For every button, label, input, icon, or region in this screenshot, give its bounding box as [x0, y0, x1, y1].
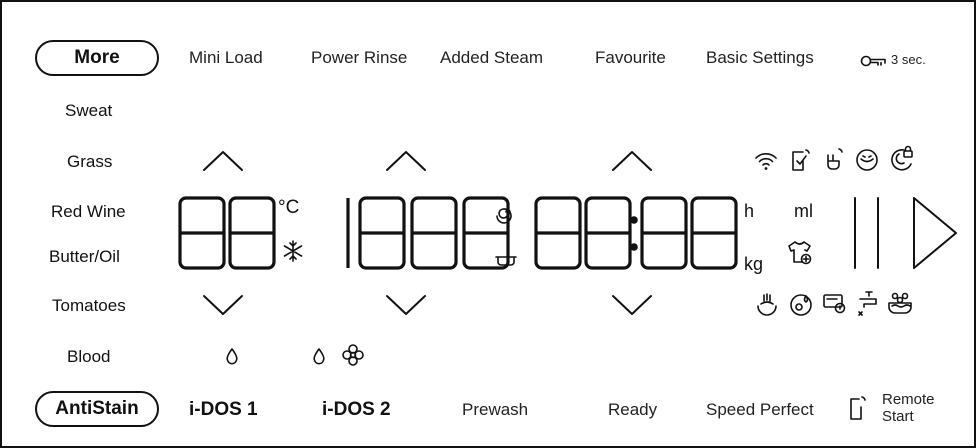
- control-panel: More Mini Load Power Rinse Added Steam F…: [0, 0, 976, 448]
- antistain-button[interactable]: AntiStain: [35, 391, 159, 427]
- ready-button[interactable]: Ready: [608, 401, 657, 418]
- time-digits: [534, 196, 738, 270]
- hours-unit: h: [744, 201, 755, 221]
- remote-start-phone-icon: [850, 396, 866, 420]
- remote-start-button[interactable]: Remote Start: [882, 391, 935, 425]
- speed-perfect-button[interactable]: Speed Perfect: [706, 401, 814, 418]
- pause-play-symbol: [854, 197, 957, 269]
- remote-start-line-2: Start: [882, 408, 914, 425]
- tshirt-icon: [788, 241, 812, 265]
- basin-icon: [495, 256, 517, 266]
- hand-touch-icon: [827, 148, 843, 170]
- bubbles-icon: [888, 292, 912, 314]
- dosing-icon: [790, 294, 812, 316]
- weight-unit: kg: [744, 254, 764, 274]
- remote-start-line-1: Remote: [882, 391, 935, 408]
- flower-icon: [342, 344, 364, 366]
- idos1-drop-icon: [226, 348, 238, 365]
- child-lock-icon: [891, 145, 913, 171]
- prewash-button[interactable]: Prewash: [462, 401, 528, 418]
- water-tap-icon: [858, 291, 877, 316]
- idos1-button[interactable]: i-DOS 1: [189, 400, 258, 419]
- temperature-digits: [178, 196, 276, 270]
- idos2-button[interactable]: i-DOS 2: [322, 400, 391, 419]
- phone-connect-icon: [792, 149, 810, 171]
- spin-digits: [346, 196, 510, 270]
- idos2-drop-icon: [313, 348, 325, 365]
- drum-clean-icon: [856, 149, 878, 171]
- wifi-icon: [755, 153, 777, 170]
- volume-unit: ml: [794, 201, 813, 221]
- spiral-icon: [496, 208, 512, 224]
- filter-alert-icon: [823, 294, 846, 314]
- temp-unit: °C: [278, 197, 300, 218]
- steam-icon: [757, 293, 777, 316]
- segment-display: [178, 196, 957, 270]
- snowflake-icon: [283, 240, 303, 262]
- antistain-label: AntiStain: [55, 398, 139, 419]
